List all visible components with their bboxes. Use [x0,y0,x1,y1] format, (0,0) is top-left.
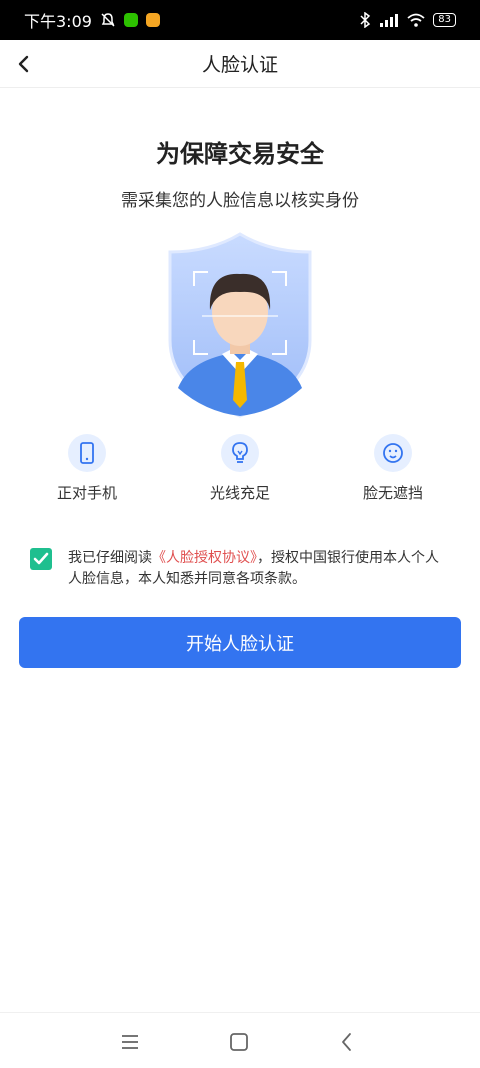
back-button[interactable] [10,50,38,78]
phone-icon [68,434,106,472]
status-left: 下午3:09 [24,8,160,32]
back-icon [342,1033,351,1051]
face-icon [374,434,412,472]
menu-icon [122,1035,138,1049]
tip-label: 光线充足 [209,484,270,502]
agreement-link[interactable]: 《人脸授权协议》 [152,550,257,566]
agreement-checkbox[interactable] [30,548,52,570]
agreement-prefix: 我已仔细阅读 [68,550,152,566]
back-arrow-icon [18,55,29,73]
lightbulb-icon [221,434,259,472]
system-nav-bar [0,1012,480,1068]
status-time: 下午3:09 [24,12,92,31]
subheading: 需采集您的人脸信息以核实身份 [121,191,359,211]
bell-off-icon [101,13,115,27]
nav-back-button[interactable] [336,1031,358,1053]
page-title: 人脸认证 [201,54,278,76]
tip-face-phone: 正对手机 [27,434,147,503]
main-heading: 为保障交易安全 [156,140,324,168]
tip-lighting: 光线充足 [180,434,300,503]
status-bar: 下午3:09 83 [0,0,480,40]
wechat-icon [123,13,138,27]
face-shield-illustration [150,230,330,420]
home-icon [230,1033,248,1051]
battery-indicator: 83 [433,13,456,27]
check-icon [33,552,49,565]
tip-label: 正对手机 [56,484,117,502]
wifi-icon [407,13,425,27]
home-button[interactable] [228,1031,250,1053]
status-right: 83 [359,12,456,28]
app-header: 人脸认证 [0,40,480,88]
tip-no-cover: 脸无遮挡 [333,434,453,503]
notes-icon [145,13,160,27]
start-face-auth-button[interactable]: 开始人脸认证 [19,617,461,668]
signal-icon [380,14,399,27]
bluetooth-icon [360,12,371,28]
agreement-text: 我已仔细阅读《人脸授权协议》，授权中国银行使用本人个人人脸信息，本人知悉并同意各… [68,548,450,590]
tip-label: 脸无遮挡 [362,484,423,502]
agreement-section: 我已仔细阅读《人脸授权协议》，授权中国银行使用本人个人人脸信息，本人知悉并同意各… [30,548,450,598]
menu-button[interactable] [119,1031,141,1053]
tips-row: 正对手机 光线充足 脸无遮挡 [0,434,480,514]
